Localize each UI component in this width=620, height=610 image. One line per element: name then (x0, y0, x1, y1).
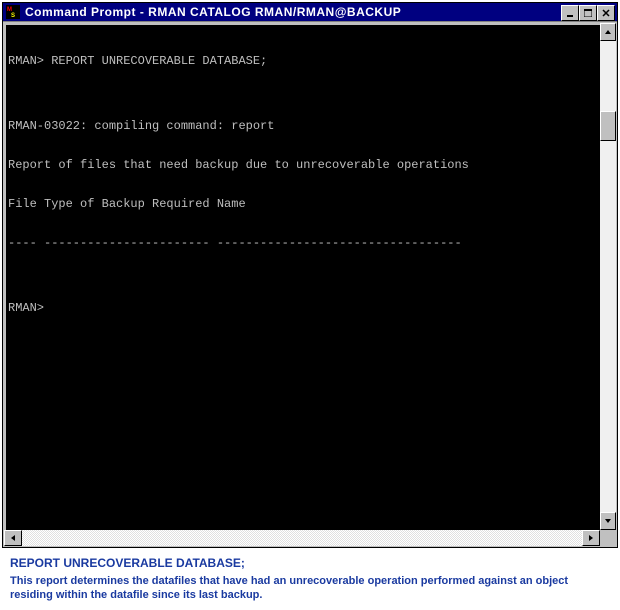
horizontal-scroll-track[interactable] (22, 530, 582, 546)
scroll-up-button[interactable] (600, 23, 616, 41)
horizontal-scrollbar[interactable] (4, 530, 600, 546)
scroll-right-button[interactable] (582, 530, 600, 546)
caption-body: This report determines the datafiles tha… (10, 574, 610, 602)
window-client-area: RMAN> REPORT UNRECOVERABLE DATABASE; RMA… (3, 21, 617, 547)
vertical-scroll-track[interactable] (600, 41, 616, 512)
scroll-left-button[interactable] (4, 530, 22, 546)
command-prompt-window: M S Command Prompt - RMAN CATALOG RMAN/R… (2, 2, 618, 548)
console-line: RMAN> REPORT UNRECOVERABLE DATABASE; (8, 55, 596, 68)
svg-text:S: S (11, 13, 15, 19)
maximize-button[interactable] (579, 5, 597, 21)
titlebar: M S Command Prompt - RMAN CATALOG RMAN/R… (3, 3, 617, 21)
close-button[interactable] (597, 5, 615, 21)
window-controls (561, 3, 615, 21)
console-line: RMAN-03022: compiling command: report (8, 120, 596, 133)
console-line: ---- ----------------------- -----------… (8, 237, 596, 250)
scroll-down-button[interactable] (600, 512, 616, 530)
console-line: RMAN> (8, 302, 596, 315)
console-line: Report of files that need backup due to … (8, 159, 596, 172)
caption: REPORT UNRECOVERABLE DATABASE; This repo… (10, 556, 610, 602)
minimize-button[interactable] (561, 5, 579, 21)
msdos-icon: M S (5, 4, 21, 20)
vertical-scroll-thumb[interactable] (600, 111, 616, 141)
window-title: Command Prompt - RMAN CATALOG RMAN/RMAN@… (25, 5, 561, 19)
scrollbar-corner (600, 530, 616, 546)
console-output[interactable]: RMAN> REPORT UNRECOVERABLE DATABASE; RMA… (6, 25, 600, 530)
caption-title: REPORT UNRECOVERABLE DATABASE; (10, 556, 610, 570)
vertical-scrollbar[interactable] (600, 23, 616, 530)
console-line: File Type of Backup Required Name (8, 198, 596, 211)
